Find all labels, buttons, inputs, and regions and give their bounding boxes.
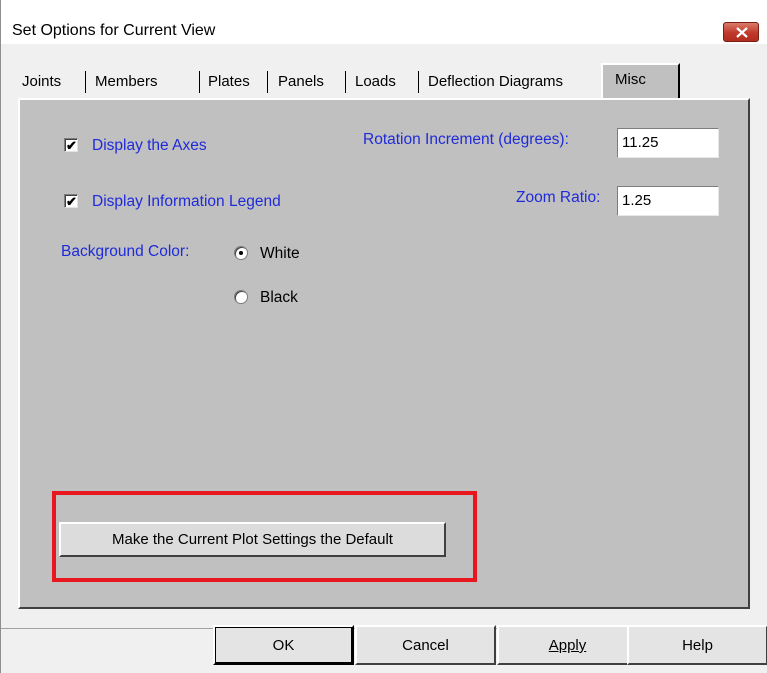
zoom-ratio-label: Zoom Ratio: (516, 189, 601, 206)
tab-deflection-diagrams[interactable]: Deflection Diagrams (428, 67, 563, 97)
cancel-button[interactable]: Cancel (355, 625, 496, 665)
zoom-ratio-input[interactable]: 1.25 (617, 186, 719, 216)
display-legend-checkbox[interactable]: ✔ (64, 194, 78, 208)
background-black-radio[interactable] (234, 290, 248, 304)
tab-divider (267, 71, 268, 93)
tab-divider (345, 71, 346, 93)
rotation-increment-input[interactable]: 11.25 (617, 128, 719, 158)
checkmark-icon: ✔ (66, 194, 77, 209)
rotation-increment-label: Rotation Increment (degrees): (363, 131, 569, 148)
background-black-label[interactable]: Black (260, 289, 298, 307)
tab-misc[interactable]: Misc (601, 63, 680, 101)
tab-plates[interactable]: Plates (208, 67, 250, 97)
tab-panels[interactable]: Panels (278, 67, 324, 97)
tab-divider (199, 71, 200, 93)
tab-joints[interactable]: Joints (22, 67, 61, 97)
close-icon (736, 27, 748, 38)
display-legend-label[interactable]: Display Information Legend (92, 193, 281, 211)
title-bar: Set Options for Current View (1, 0, 767, 44)
close-button[interactable] (723, 22, 759, 42)
make-default-button[interactable]: Make the Current Plot Settings the Defau… (59, 522, 446, 557)
display-axes-label[interactable]: Display the Axes (92, 137, 207, 155)
radio-selected-dot (239, 251, 243, 255)
tab-members[interactable]: Members (95, 67, 158, 97)
tab-strip: Joints Members Plates Panels Loads Defle… (1, 44, 767, 101)
tab-loads[interactable]: Loads (355, 67, 396, 97)
background-white-radio[interactable] (234, 246, 248, 260)
display-axes-checkbox[interactable]: ✔ (64, 138, 78, 152)
background-color-label: Background Color: (61, 243, 190, 260)
tab-divider (418, 71, 419, 93)
options-dialog: Set Options for Current View Joints Memb… (0, 0, 767, 673)
tab-divider (85, 71, 86, 93)
background-white-label[interactable]: White (260, 245, 300, 263)
help-button[interactable]: Help (627, 625, 767, 665)
ok-button[interactable]: OK (213, 625, 354, 665)
apply-button[interactable]: Apply (497, 625, 638, 665)
window-title: Set Options for Current View (12, 22, 216, 39)
checkmark-icon: ✔ (66, 138, 77, 153)
